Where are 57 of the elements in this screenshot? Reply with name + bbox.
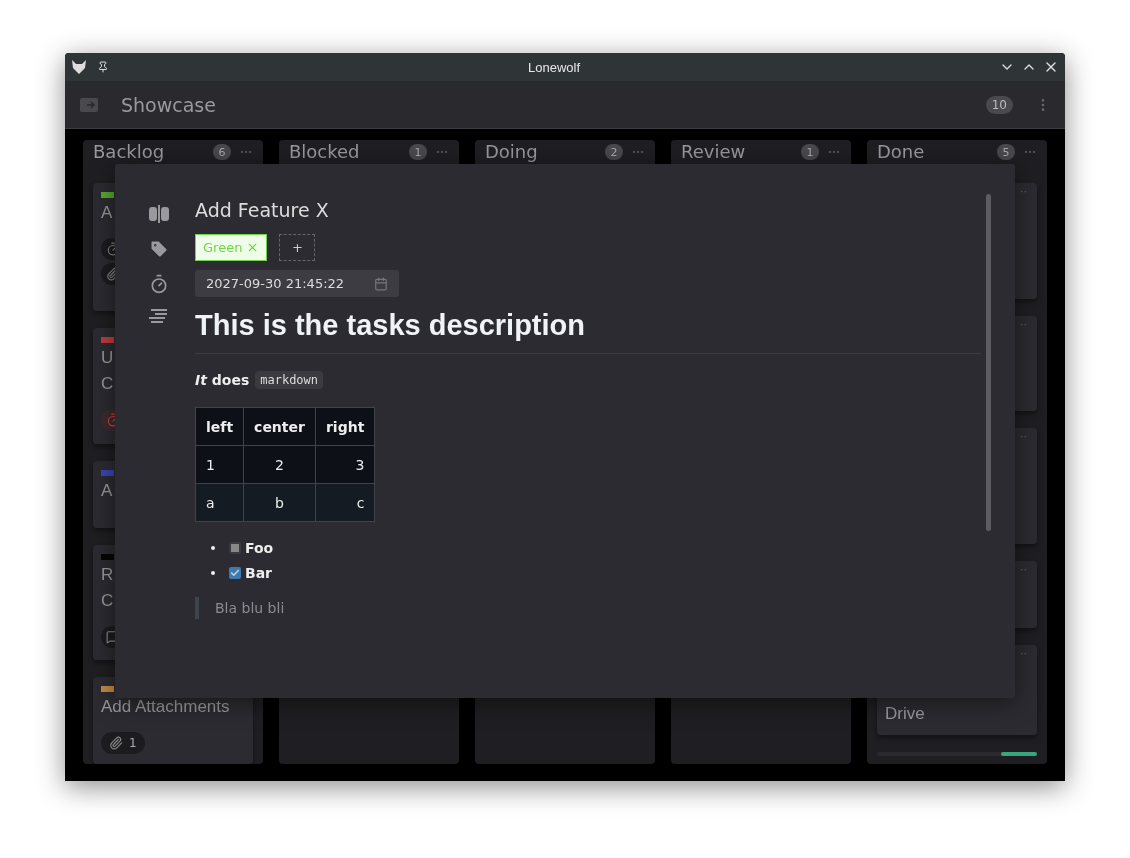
card-title: C <box>101 590 114 612</box>
card-menu[interactable]: ·· <box>1020 319 1027 331</box>
column-count: 6 <box>213 144 231 160</box>
task-label: Bar <box>245 565 273 581</box>
paragraph-text: It does <box>195 372 250 388</box>
card-title: R <box>101 564 114 586</box>
tag-icon <box>148 239 169 259</box>
pin-icon[interactable] <box>97 61 109 73</box>
column-title: Backlog <box>93 141 166 163</box>
attachment-badge: 1 <box>101 732 145 754</box>
text-lines-icon <box>148 309 169 323</box>
table-cell: a <box>195 483 244 522</box>
table-header: right <box>315 407 375 446</box>
window-title: Lonewolf <box>526 59 581 75</box>
card-title: A <box>101 480 113 502</box>
card-menu[interactable]: ·· <box>1020 648 1027 660</box>
table-cell: b <box>243 483 316 522</box>
column-count: 1 <box>801 144 819 160</box>
card-title: A <box>101 202 113 224</box>
wolf-logo-icon <box>71 59 87 75</box>
table-header: center <box>243 407 316 446</box>
column-count: 2 <box>605 144 623 160</box>
tag-chip[interactable]: Green <box>195 234 268 261</box>
card-icon <box>147 204 170 224</box>
card-title: Add Attachments <box>101 696 230 718</box>
table-header: left <box>195 407 244 446</box>
card-menu[interactable]: ·· <box>1020 431 1027 443</box>
checkbox[interactable] <box>229 567 241 579</box>
card-title: C <box>101 373 114 395</box>
task-count: 10 <box>985 95 1013 114</box>
column-title: Doing <box>485 141 539 163</box>
table-cell: 1 <box>195 445 244 484</box>
column-count: 5 <box>997 144 1015 160</box>
task-label: Foo <box>245 540 274 556</box>
column-title: Blocked <box>289 141 361 163</box>
column-title: Review <box>681 141 747 163</box>
add-tag-button[interactable]: + <box>279 234 316 261</box>
description-heading: This is the tasks description <box>195 308 585 343</box>
table-cell: c <box>315 483 375 522</box>
sidebar-toggle-icon[interactable] <box>79 96 99 113</box>
card-title: Drive <box>885 703 925 725</box>
date-field[interactable]: 2027-09-30 21:45:22 <box>195 270 399 297</box>
table-cell: 2 <box>243 445 316 484</box>
inline-code: markdown <box>255 371 324 389</box>
paperclip-icon <box>109 736 123 750</box>
board-title: Showcase <box>121 93 217 116</box>
column-count: 1 <box>409 144 427 160</box>
card-menu[interactable]: ·· <box>1020 564 1027 576</box>
calendar-icon[interactable] <box>374 276 388 291</box>
card-menu[interactable]: ·· <box>1020 186 1027 198</box>
scrollbar[interactable] <box>986 194 991 531</box>
table-cell: 3 <box>315 445 375 484</box>
blockquote: Bla blu bli <box>195 597 301 619</box>
checkbox[interactable] <box>229 542 241 554</box>
task-title: Add Feature X <box>195 198 329 223</box>
column-title: Done <box>877 141 926 163</box>
card-title: U <box>101 347 114 369</box>
